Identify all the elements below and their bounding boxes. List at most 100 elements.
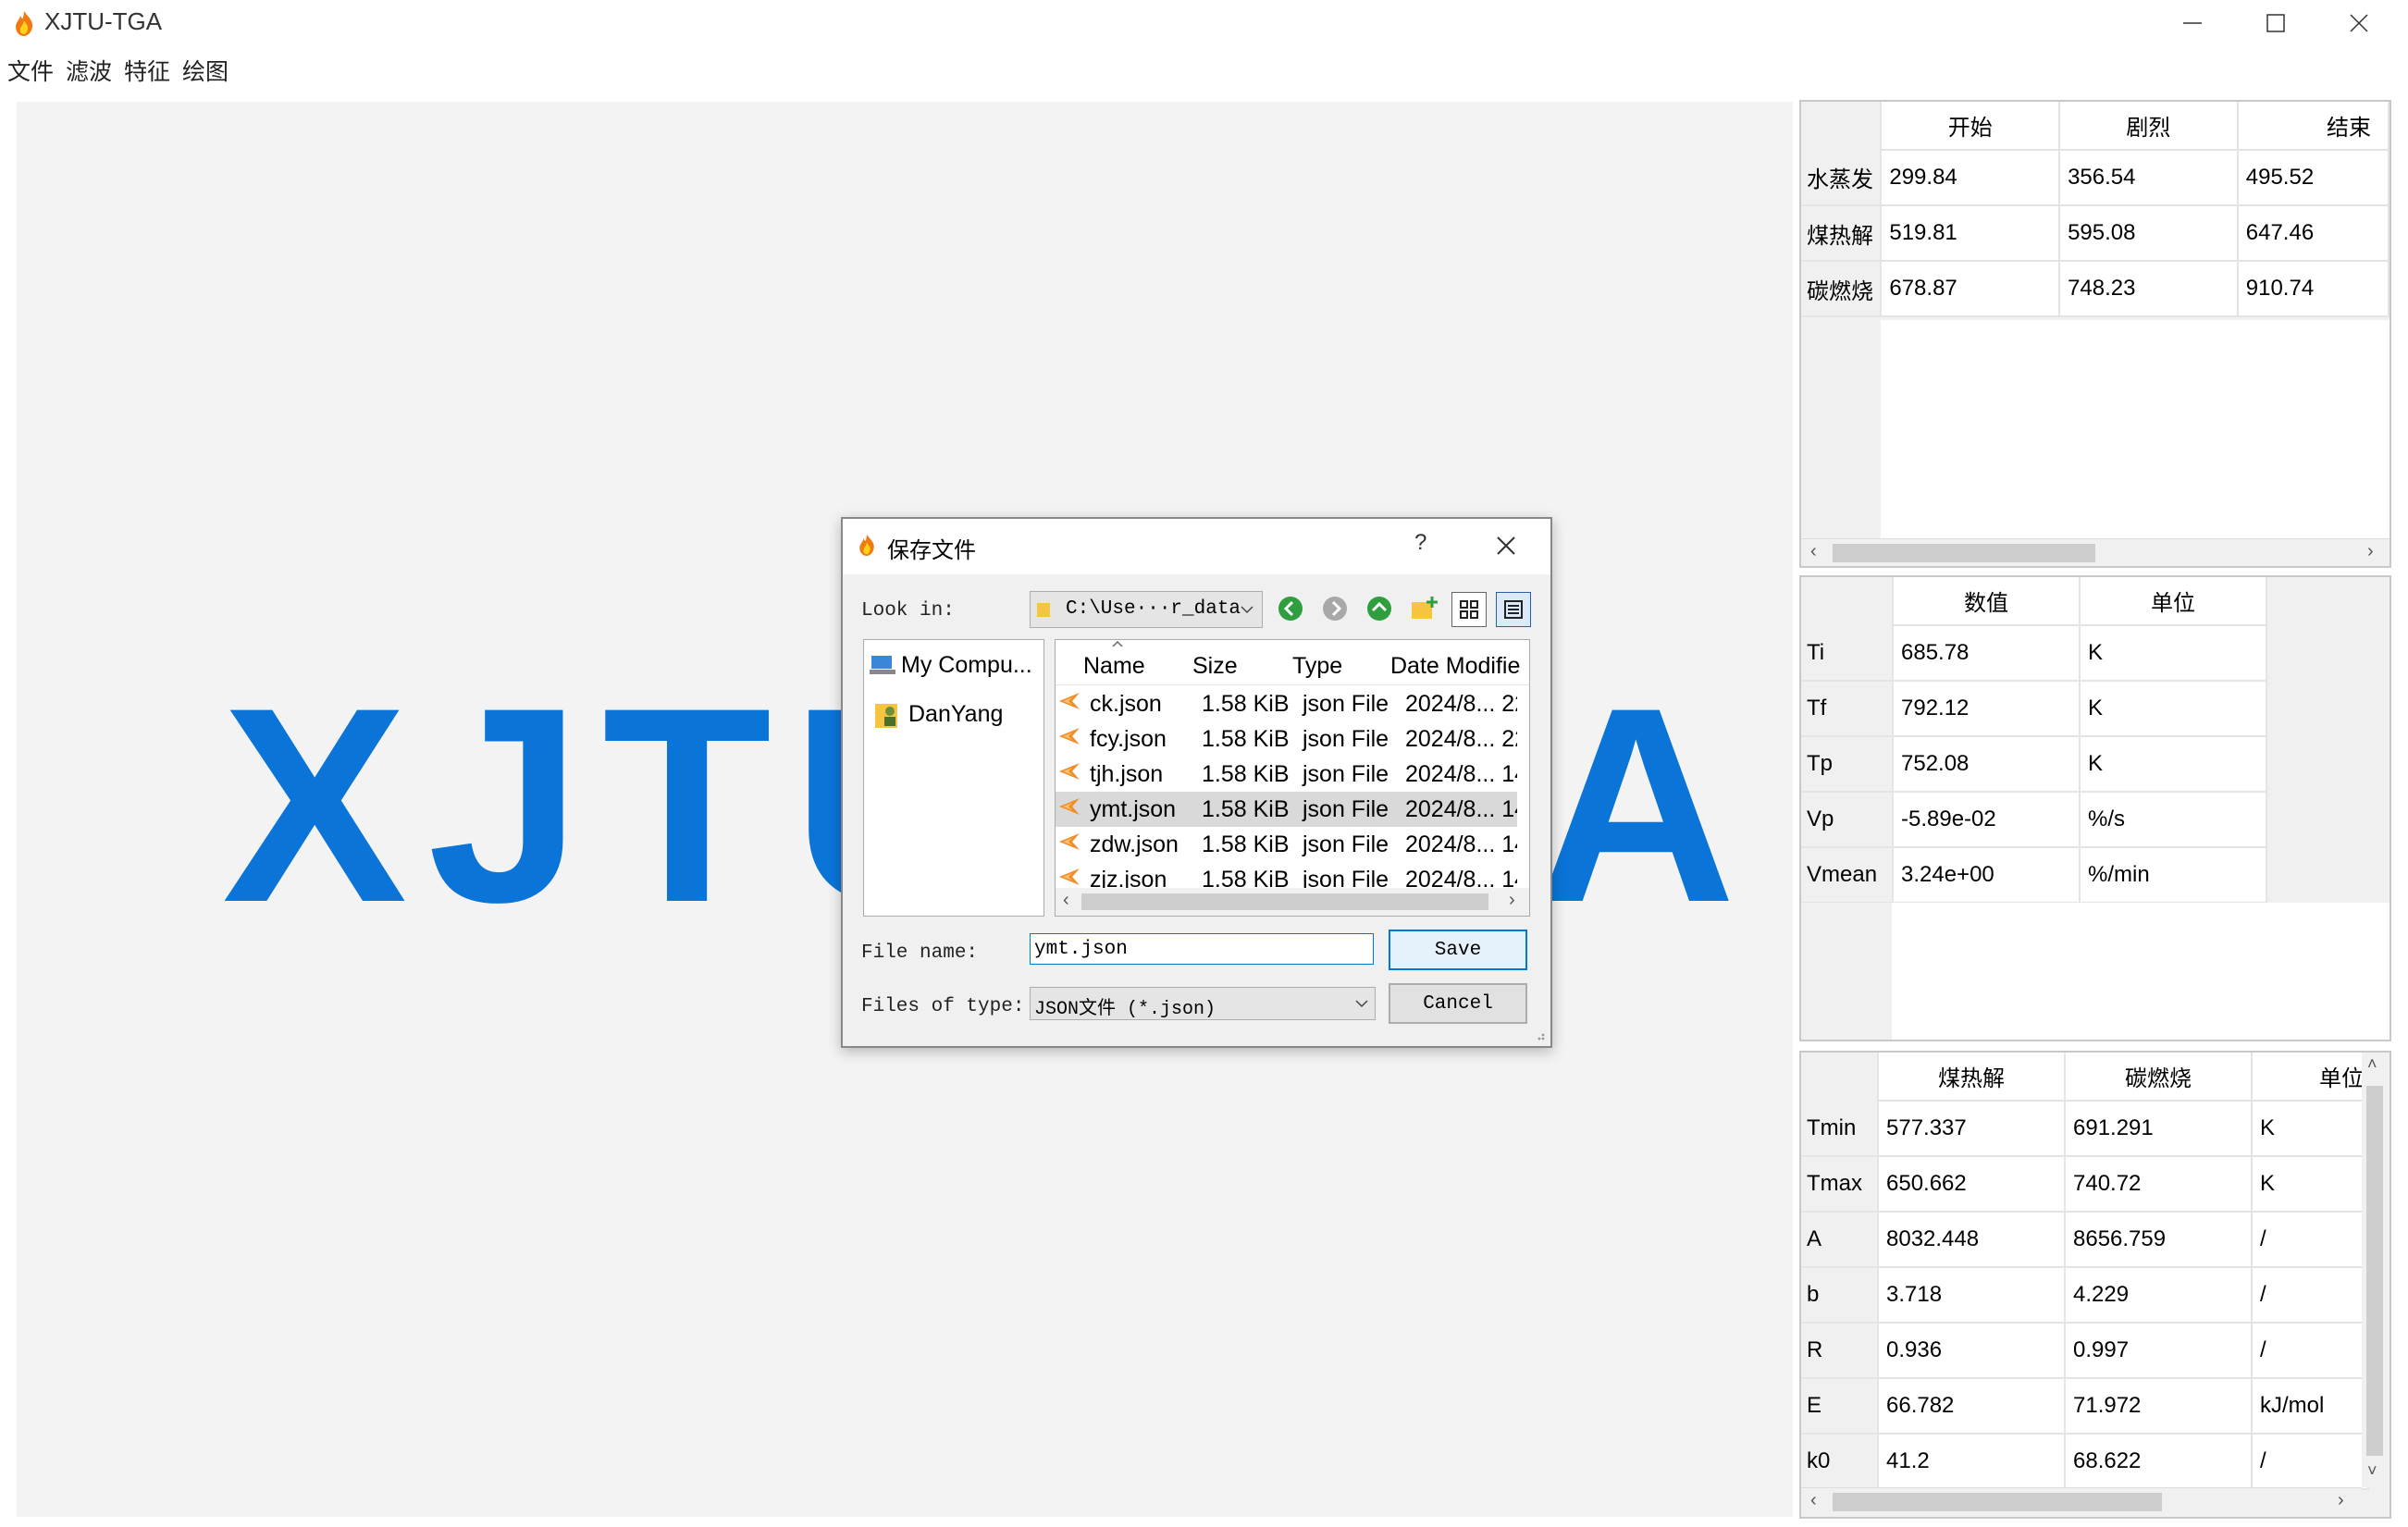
scroll-down-icon[interactable]: ˅ bbox=[2367, 1461, 2377, 1481]
scroll-left-icon[interactable]: ‹ bbox=[1810, 541, 1817, 562]
column-size[interactable]: Size bbox=[1192, 653, 1238, 680]
table-cell[interactable]: 595.08 bbox=[2059, 205, 2239, 262]
table-cell[interactable]: 792.12 bbox=[1893, 681, 2081, 737]
table-cell[interactable]: 748.23 bbox=[2059, 261, 2239, 317]
table-row[interactable]: 碳燃烧 678.87 748.23 910.74 bbox=[1801, 261, 2389, 317]
table-row[interactable]: R 0.936 0.997/ bbox=[1801, 1323, 2369, 1379]
table-cell[interactable]: 41.2 bbox=[1878, 1434, 2066, 1490]
table-cell[interactable]: 66.782 bbox=[1878, 1378, 2066, 1435]
table-cell[interactable]: 577.337 bbox=[1878, 1101, 2066, 1157]
file-row[interactable]: zdw.json 1.58 KiB json File 2024/8... 14:4 bbox=[1056, 827, 1517, 862]
table-cell[interactable]: 691.291 bbox=[2065, 1101, 2253, 1157]
scrollbar-thumb[interactable] bbox=[1833, 1493, 2162, 1511]
table-row[interactable]: Vmean 3.24e+00 %/min bbox=[1801, 847, 2267, 904]
table-cell[interactable]: K bbox=[2080, 736, 2267, 793]
menu-feature[interactable]: 特征 bbox=[124, 54, 170, 87]
file-row[interactable]: ymt.json 1.58 KiB json File 2024/8... 14:4 bbox=[1056, 792, 1517, 827]
forward-button[interactable] bbox=[1318, 592, 1352, 625]
table-cell[interactable]: -5.89e-02 bbox=[1893, 792, 2081, 848]
minimize-button[interactable] bbox=[2151, 0, 2234, 46]
file-name-input[interactable] bbox=[1030, 933, 1374, 965]
table-row[interactable]: b 3.718 4.229/ bbox=[1801, 1267, 2369, 1324]
table-cell[interactable]: %/s bbox=[2080, 792, 2267, 848]
scrollbar-thumb[interactable] bbox=[1081, 893, 1488, 910]
new-folder-button[interactable] bbox=[1407, 592, 1440, 625]
table-cell[interactable]: / bbox=[2252, 1212, 2369, 1268]
table-cell[interactable]: kJ/mol bbox=[2252, 1378, 2369, 1435]
vertical-scrollbar[interactable]: ˄ ˅ bbox=[2362, 1053, 2388, 1487]
table-cell[interactable]: K bbox=[2080, 681, 2267, 737]
close-icon[interactable] bbox=[1496, 536, 1516, 556]
sidebar-item-my-computer[interactable]: My Compu... bbox=[870, 649, 1032, 681]
file-row[interactable]: ck.json 1.58 KiB json File 2024/8... 22:2 bbox=[1056, 686, 1517, 721]
resize-grip-icon[interactable] bbox=[1533, 1028, 1546, 1041]
table-cell[interactable]: / bbox=[2252, 1267, 2369, 1324]
scroll-left-icon[interactable]: ‹ bbox=[1810, 1490, 1817, 1511]
table-cell[interactable]: 356.54 bbox=[2059, 150, 2239, 206]
back-button[interactable] bbox=[1274, 592, 1307, 625]
table-cell[interactable]: 910.74 bbox=[2237, 261, 2389, 317]
table-cell[interactable]: 299.84 bbox=[1881, 150, 2061, 206]
file-row[interactable]: fcy.json 1.58 KiB json File 2024/8... 22:2 bbox=[1056, 721, 1517, 757]
column-type[interactable]: Type bbox=[1292, 653, 1342, 680]
detail-view-button[interactable] bbox=[1496, 592, 1531, 627]
table-row[interactable]: k0 41.2 68.622/ bbox=[1801, 1434, 2369, 1490]
table-cell[interactable]: 8656.759 bbox=[2065, 1212, 2253, 1268]
scroll-left-icon[interactable]: ‹ bbox=[1063, 890, 1069, 911]
list-view-button[interactable] bbox=[1451, 592, 1487, 627]
file-type-combobox[interactable]: JSON文件 (*.json) bbox=[1030, 987, 1376, 1020]
table-row[interactable]: Tp 752.08 K bbox=[1801, 736, 2267, 793]
table-cell[interactable]: 752.08 bbox=[1893, 736, 2081, 793]
table-cell[interactable]: 68.622 bbox=[2065, 1434, 2253, 1490]
horizontal-scrollbar[interactable]: ‹ › bbox=[1801, 538, 2389, 566]
look-in-combobox[interactable]: C:\Use···r_data bbox=[1030, 591, 1263, 628]
table-cell[interactable]: 495.52 bbox=[2237, 150, 2389, 206]
table-row[interactable]: Tmax 650.662 740.72 K bbox=[1801, 1156, 2369, 1213]
table-cell[interactable]: 519.81 bbox=[1881, 205, 2061, 262]
help-button[interactable]: ? bbox=[1414, 530, 1426, 556]
table-cell[interactable]: 685.78 bbox=[1893, 625, 2081, 682]
table-cell[interactable]: 3.718 bbox=[1878, 1267, 2066, 1324]
scroll-right-icon[interactable]: › bbox=[2367, 541, 2374, 562]
table-cell[interactable]: 0.936 bbox=[1878, 1323, 2066, 1379]
table-cell[interactable]: 740.72 bbox=[2065, 1156, 2253, 1213]
table-row[interactable]: A 8032.448 8656.759/ bbox=[1801, 1212, 2369, 1268]
table-cell[interactable]: 4.229 bbox=[2065, 1267, 2253, 1324]
scroll-up-icon[interactable]: ˄ bbox=[2367, 1054, 2377, 1074]
table-row[interactable]: Vp -5.89e-02 %/s bbox=[1801, 792, 2267, 848]
table-row[interactable]: 水蒸发 299.84 356.54 495.52 bbox=[1801, 150, 2389, 206]
table-row[interactable]: Ti 685.78 K bbox=[1801, 625, 2267, 682]
sidebar-item-user[interactable]: DanYang bbox=[875, 696, 1003, 733]
table-cell[interactable]: / bbox=[2252, 1323, 2369, 1379]
table-cell[interactable]: 8032.448 bbox=[1878, 1212, 2066, 1268]
parent-directory-button[interactable] bbox=[1363, 592, 1396, 625]
close-button[interactable] bbox=[2317, 0, 2401, 46]
cancel-button[interactable]: Cancel bbox=[1389, 983, 1527, 1024]
column-date[interactable]: Date Modifie bbox=[1390, 653, 1520, 680]
menu-plot[interactable]: 绘图 bbox=[182, 54, 228, 87]
file-row[interactable]: tjh.json 1.58 KiB json File 2024/8... 14:4 bbox=[1056, 757, 1517, 792]
scrollbar-thumb[interactable] bbox=[1833, 544, 2095, 562]
table-cell[interactable]: K bbox=[2252, 1101, 2369, 1157]
table-cell[interactable]: / bbox=[2252, 1434, 2369, 1490]
table-row[interactable]: 煤热解 519.81 595.08 647.46 bbox=[1801, 205, 2389, 262]
scroll-right-icon[interactable]: › bbox=[2338, 1490, 2344, 1511]
table-cell[interactable]: 650.662 bbox=[1878, 1156, 2066, 1213]
table-cell[interactable]: 0.997 bbox=[2065, 1323, 2253, 1379]
table-cell[interactable]: 678.87 bbox=[1881, 261, 2061, 317]
scroll-right-icon[interactable]: › bbox=[1509, 890, 1515, 911]
file-list-hscrollbar[interactable]: ‹ › bbox=[1056, 888, 1529, 916]
table-cell[interactable]: %/min bbox=[2080, 847, 2267, 904]
horizontal-scrollbar[interactable]: ‹ › bbox=[1801, 1487, 2362, 1516]
maximize-button[interactable] bbox=[2234, 0, 2317, 46]
table-cell[interactable]: K bbox=[2080, 625, 2267, 682]
scrollbar-thumb[interactable] bbox=[2366, 1086, 2383, 1456]
table-row[interactable]: E 66.782 71.972 kJ/mol bbox=[1801, 1378, 2369, 1435]
table-cell[interactable]: 71.972 bbox=[2065, 1378, 2253, 1435]
table-cell[interactable]: 647.46 bbox=[2237, 205, 2389, 262]
menu-file[interactable]: 文件 bbox=[7, 54, 54, 87]
table-row[interactable]: Tf 792.12 K bbox=[1801, 681, 2267, 737]
menu-filter[interactable]: 滤波 bbox=[66, 54, 112, 87]
table-row[interactable]: Tmin 577.337 691.291 K bbox=[1801, 1101, 2369, 1157]
table-cell[interactable]: K bbox=[2252, 1156, 2369, 1213]
